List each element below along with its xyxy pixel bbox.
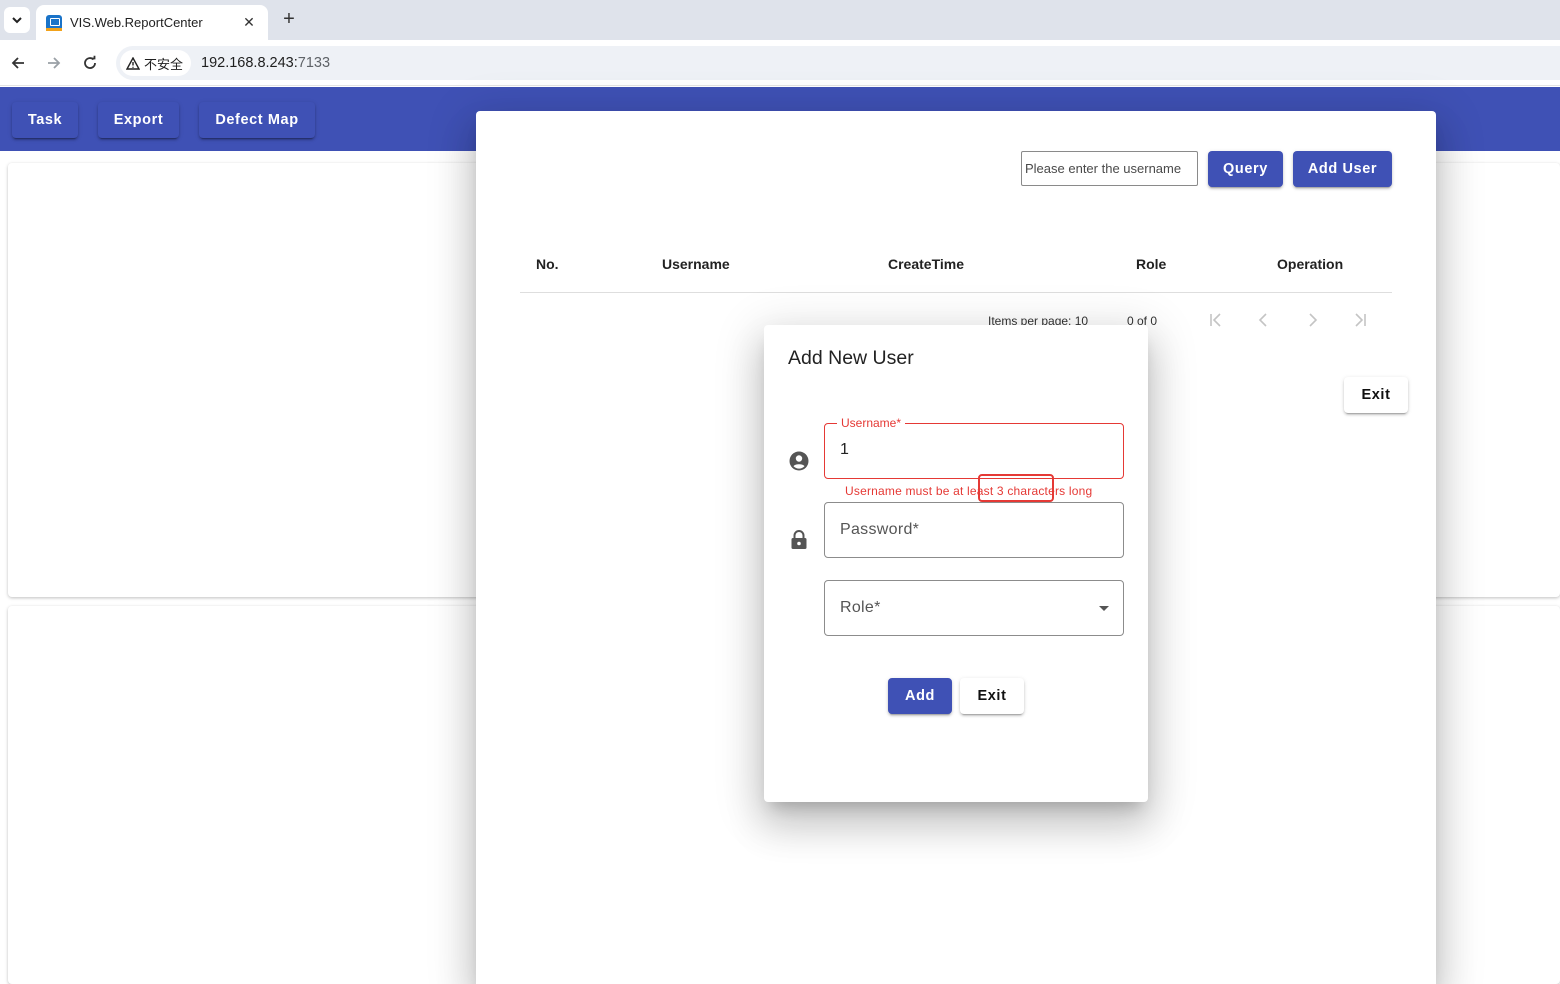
- username-error-message: Username must be at least 3 characters l…: [845, 484, 1093, 498]
- tab-close-icon[interactable]: ✕: [240, 14, 258, 31]
- next-page-button[interactable]: [1303, 311, 1321, 329]
- role-select[interactable]: Role*: [824, 580, 1124, 636]
- column-header-createtime[interactable]: CreateTime: [888, 256, 964, 272]
- browser-toolbar: 不安全 192.168.8.243:7133: [0, 40, 1560, 86]
- reload-icon: [84, 55, 96, 69]
- forward-button[interactable]: [42, 51, 66, 75]
- tab-title: VIS.Web.ReportCenter: [70, 15, 203, 30]
- back-button[interactable]: [6, 51, 30, 75]
- dialog-title: Add New User: [788, 347, 914, 369]
- password-field-placeholder: Password*: [840, 521, 920, 538]
- account-circle-icon: [789, 451, 809, 471]
- chevron-right-icon: [1309, 313, 1318, 327]
- panel-exit-button[interactable]: Exit: [1344, 377, 1408, 413]
- add-user-button[interactable]: Add User: [1293, 151, 1392, 187]
- url-text: 192.168.8.243:7133: [201, 55, 330, 71]
- url-port: 7133: [297, 55, 331, 71]
- query-button[interactable]: Query: [1208, 151, 1283, 187]
- chevron-left-icon: [1258, 313, 1267, 327]
- security-chip[interactable]: 不安全: [120, 50, 192, 76]
- table-header-divider: [520, 292, 1392, 293]
- defect-map-button[interactable]: Defect Map: [199, 102, 315, 138]
- column-header-operation[interactable]: Operation: [1277, 256, 1343, 272]
- dropdown-arrow-icon: [1099, 606, 1109, 611]
- tab-search-button[interactable]: [4, 7, 30, 33]
- column-header-username[interactable]: Username: [662, 256, 730, 272]
- add-button[interactable]: Add: [888, 678, 952, 714]
- url-host: 192.168.8.243:: [201, 55, 298, 71]
- first-page-button[interactable]: [1207, 311, 1225, 329]
- last-page-button[interactable]: [1351, 311, 1369, 329]
- annotation-highlight-box: [978, 474, 1054, 502]
- browser-tab-strip: VIS.Web.ReportCenter ✕ +: [0, 0, 1560, 40]
- password-field[interactable]: Password*: [824, 502, 1124, 558]
- arrow-left-icon: [11, 57, 24, 69]
- site-favicon-icon: [46, 14, 62, 31]
- warning-triangle-icon: [126, 56, 140, 70]
- reload-button[interactable]: [78, 51, 102, 75]
- lock-icon: [789, 530, 809, 550]
- security-label: 不安全: [144, 56, 184, 72]
- column-header-no[interactable]: No.: [536, 256, 559, 272]
- address-bar[interactable]: 不安全 192.168.8.243:7133: [116, 46, 1560, 80]
- arrow-right-icon: [48, 57, 61, 69]
- dialog-exit-button[interactable]: Exit: [960, 678, 1024, 714]
- browser-tab-active[interactable]: VIS.Web.ReportCenter ✕: [36, 5, 268, 40]
- first-page-icon: [1210, 313, 1221, 327]
- last-page-icon: [1355, 313, 1366, 327]
- previous-page-button[interactable]: [1255, 311, 1273, 329]
- chevron-down-icon: [12, 17, 22, 24]
- username-field-label: Username*: [837, 416, 906, 430]
- username-search-input[interactable]: [1021, 151, 1198, 186]
- new-tab-button[interactable]: +: [278, 8, 300, 32]
- task-button[interactable]: Task: [12, 102, 78, 138]
- username-field[interactable]: Username* 1: [824, 416, 1124, 479]
- export-button[interactable]: Export: [98, 102, 179, 138]
- username-field-value: 1: [840, 441, 849, 458]
- column-header-role[interactable]: Role: [1136, 256, 1166, 272]
- add-user-dialog: Add New User Username* 1 Username must b…: [764, 325, 1148, 802]
- role-select-placeholder: Role*: [840, 599, 881, 616]
